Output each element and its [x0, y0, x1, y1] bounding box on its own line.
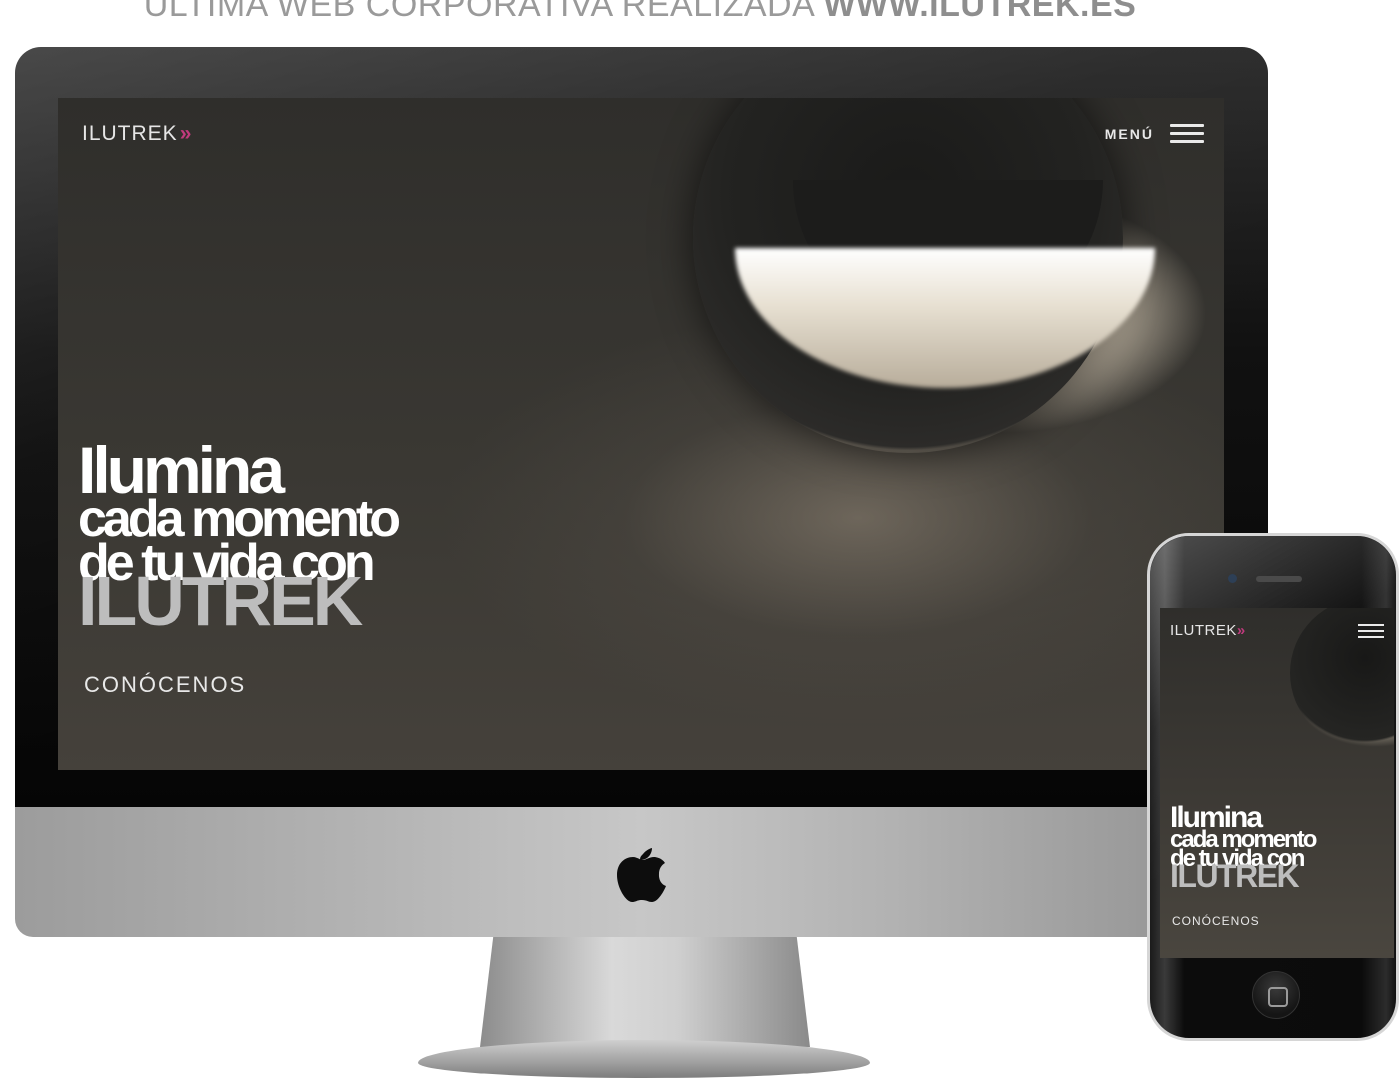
- apple-logo-icon: [617, 848, 666, 902]
- phone-logo-chevron-icon: »: [1236, 622, 1246, 639]
- phone-hero-line-4: ILUTREK: [1170, 858, 1300, 894]
- imac-base: [418, 1040, 870, 1078]
- home-button-icon[interactable]: [1252, 971, 1300, 1019]
- page-headline: ÚLTIMA WEB CORPORATIVA REALIZADA WWW.ILU…: [0, 0, 1280, 25]
- iphone-device: ILUTREK» Ilumina cada momento de tu vida…: [1147, 533, 1399, 1041]
- imac-stand: [480, 937, 810, 1047]
- phone-hamburger-icon[interactable]: [1358, 624, 1384, 638]
- phone-cta-link[interactable]: CONÓCENOS: [1172, 914, 1260, 928]
- site-logo[interactable]: ILUTREK»: [82, 122, 192, 146]
- hero-title: Ilumina cada momento de tu vida con ILUT…: [78, 437, 401, 640]
- headline-prefix: ÚLTIMA WEB CORPORATIVA REALIZADA: [143, 0, 814, 24]
- speaker-icon: [1256, 576, 1302, 582]
- phone-hero-title: Ilumina cada momento de tu vida con ILUT…: [1170, 803, 1317, 894]
- phone-screen: ILUTREK» Ilumina cada momento de tu vida…: [1160, 608, 1394, 958]
- headline-url[interactable]: WWW.ILUTREK.ES: [823, 0, 1136, 24]
- menu-button[interactable]: MENÚ: [1105, 124, 1204, 143]
- imac-screen: ILUTREK» MENÚ Ilumina cada momento de tu…: [58, 98, 1224, 770]
- hero-line-4: ILUTREK: [78, 562, 363, 640]
- phone-site-logo[interactable]: ILUTREK»: [1170, 622, 1246, 639]
- site-logo-text: ILUTREK: [82, 122, 178, 145]
- cta-link[interactable]: CONÓCENOS: [84, 672, 246, 698]
- hamburger-icon: [1170, 124, 1204, 143]
- phone-logo-text: ILUTREK: [1170, 622, 1237, 639]
- menu-label: MENÚ: [1104, 125, 1154, 142]
- logo-chevron-icon: »: [179, 122, 193, 145]
- camera-icon: [1228, 574, 1237, 583]
